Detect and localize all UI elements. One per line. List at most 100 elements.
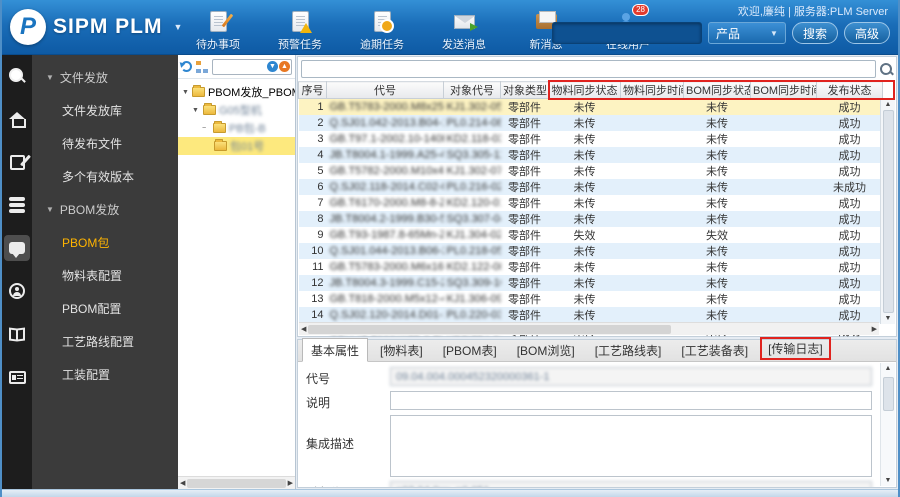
release-module-button[interactable] <box>4 235 30 261</box>
col-publish-status[interactable]: 发布状态 <box>816 81 883 99</box>
overdue-tasks-button[interactable]: 逾期任务 <box>351 10 413 52</box>
col-no[interactable]: 序号 <box>298 81 327 99</box>
user-module-button[interactable] <box>4 278 30 304</box>
menu-group-file-release[interactable]: ▼ 文件发放 <box>32 61 178 94</box>
structure-icon[interactable] <box>196 60 208 73</box>
tab-material-list[interactable]: [物料表] <box>372 339 431 361</box>
sidebar-item-multi-versions[interactable]: 多个有效版本 <box>32 160 178 193</box>
advanced-search-button[interactable]: 高级 <box>843 22 890 44</box>
table-row[interactable]: 11 GB.T5783-2000.M6x16-88KD2.122-08C 零部件 未传… <box>299 259 883 275</box>
cell-mat_sync: 未传 <box>573 278 596 290</box>
scroll-right-icon[interactable]: ▶ <box>872 326 877 333</box>
table-row[interactable]: 5 GB.T5782-2000.M10x40-8KJ1.302-07C 零部件 未传 未… <box>299 163 883 179</box>
table-filter-input[interactable] <box>301 60 876 78</box>
scroll-up-icon[interactable]: ▲ <box>885 365 892 372</box>
col-bom-sync-time[interactable]: BOM同步时间 <box>750 81 817 99</box>
library-module-button[interactable] <box>4 321 30 347</box>
table-vertical-scrollbar[interactable]: ▲ ▼ <box>880 99 895 324</box>
table-row[interactable]: 10 Q.SJ01.044-2013.B06-20 PL0.218-05 零部件 未传 未… <box>298 243 883 259</box>
todo-items-button[interactable]: 待办事项 <box>187 10 249 52</box>
col-code[interactable]: 代号 <box>326 81 444 99</box>
table-row[interactable]: 14 Q.SJ02.120-2014.D01-16 PL0.220-03 零部件 未传 未… <box>298 307 883 323</box>
data-module-button[interactable] <box>4 192 30 218</box>
description-field[interactable] <box>390 391 872 410</box>
scroll-right-icon[interactable]: ▶ <box>288 480 293 487</box>
sidebar-item-pbom-package[interactable]: PBOM包 <box>32 226 178 259</box>
global-search-input[interactable] <box>551 22 702 44</box>
expander-icon[interactable]: ▼ <box>192 107 200 114</box>
tab-transfer-log[interactable]: [传输日志] <box>762 339 829 358</box>
chevron-down-icon[interactable]: ▼ <box>174 22 183 32</box>
scrollbar-thumb[interactable] <box>187 478 286 488</box>
tab-basic-properties[interactable]: 基本属性 <box>302 338 369 362</box>
table-row[interactable]: 2 Q.SJ01.042-2013.B04-12 PL0.214-08 零部件 未传 未传… <box>298 115 883 131</box>
scroll-up-icon[interactable]: ▲ <box>885 101 892 108</box>
cell-obj_code: KD2.122-08C <box>446 261 501 273</box>
table-horizontal-scrollbar[interactable]: ◀ ▶ <box>299 322 879 335</box>
integration-desc-field[interactable] <box>390 415 872 477</box>
col-object-code[interactable]: 对象代号 <box>443 81 501 99</box>
app-logo[interactable]: P SIPM PLM ▼ <box>10 9 182 45</box>
scroll-left-icon[interactable]: ◀ <box>180 480 185 487</box>
tree-search-down-button[interactable]: ▼ <box>267 60 278 72</box>
scroll-left-icon[interactable]: ◀ <box>301 326 306 333</box>
tree-node-root[interactable]: ▼ PBOM发放_PBOM包 <box>178 83 295 101</box>
tab-pbom-list[interactable]: [PBOM表] <box>435 339 505 361</box>
scrollbar-thumb[interactable] <box>882 110 894 313</box>
sidebar-item-pbom-config[interactable]: PBOM配置 <box>32 292 178 325</box>
code-field[interactable] <box>390 367 872 386</box>
sidebar-item-tooling-config[interactable]: 工装配置 <box>32 358 178 391</box>
col-bom-sync-status[interactable]: BOM同步状态 <box>683 81 751 99</box>
search-button[interactable]: 搜索 <box>791 22 838 44</box>
col-material-sync-time[interactable]: 物料同步时间 <box>620 81 684 99</box>
table-row[interactable]: 6 Q.SJ02.118-2014.C02-08 PL0.216-02 零部件 未传 未传… <box>298 179 883 195</box>
table-search-icon[interactable] <box>879 62 893 76</box>
sidebar-item-pending-files[interactable]: 待发布文件 <box>32 127 178 160</box>
expander-icon[interactable]: − <box>202 125 210 132</box>
scroll-down-icon[interactable]: ▼ <box>885 315 892 322</box>
expander-icon[interactable]: ▼ <box>182 89 189 96</box>
folder-icon <box>213 121 226 133</box>
table-row[interactable]: 13 GB.T818-2000.M5x12-4.8KJ1.306-09A 零部件 未传… <box>299 291 883 307</box>
sidebar-item-material-config[interactable]: 物料表配置 <box>32 259 178 292</box>
scrollbar-thumb[interactable] <box>308 324 672 334</box>
contacts-module-button[interactable] <box>4 364 30 390</box>
table-row[interactable]: 12 JB.T8004.3-1999.C15-25 SQ3.309-10 零部件 未传 未… <box>298 275 883 291</box>
col-material-sync-status[interactable]: 物料同步状态 <box>548 81 621 99</box>
scroll-down-icon[interactable]: ▼ <box>885 477 892 484</box>
search-category-dropdown[interactable]: 产品 ▼ <box>707 22 786 44</box>
menu-group-pbom-release[interactable]: ▼ PBOM发放 <box>32 193 178 226</box>
tree-node-selected[interactable]: 包01号 <box>178 137 295 155</box>
table-row[interactable]: 4 JB.T8004.1-1999.A25-40 SQ3.305-11 零部件 未传 未传… <box>298 147 883 163</box>
send-message-button[interactable]: 发送消息 <box>433 10 495 52</box>
home-module-button[interactable] <box>4 106 30 132</box>
warning-tasks-button[interactable]: 预警任务 <box>269 10 331 52</box>
edit-module-button[interactable] <box>4 149 30 175</box>
cell-mat_sync: 未传 <box>573 166 596 178</box>
cell-bom_time <box>751 115 817 131</box>
table-row[interactable]: 1 GB.T5783-2000.M8x25-B8KJ1.302-05A 零部件 未传 未… <box>298 98 883 115</box>
tree-node[interactable]: − PB包-B <box>178 119 295 137</box>
sipm-search-module-button[interactable] <box>4 63 30 89</box>
table-row[interactable]: 7 GB.T6170-2000.M8-8-Zn4KD2.120-01A 零部件 未传 未… <box>299 195 883 211</box>
tab-routing-list[interactable]: [工艺路线表] <box>587 339 670 361</box>
sidebar-item-routing-config[interactable]: 工艺路线配置 <box>32 325 178 358</box>
tree-horizontal-scrollbar[interactable]: ◀ ▶ <box>178 476 295 489</box>
table-row[interactable]: 9 GB.T93-1987.8-65Mn-ZnDKJ1.304-02B 零部件 失效 失… <box>299 227 883 243</box>
tab-bom-browse[interactable]: [BOM浏览] <box>509 339 583 361</box>
scrollbar-thumb[interactable] <box>882 377 894 411</box>
table-row[interactable]: 8 JB.T8004.2-1999.B30-55 SQ3.307-04 零部件 未传 未传… <box>298 211 883 227</box>
tab-tooling-list[interactable]: [工艺装备表] <box>673 339 756 361</box>
cell-publish: 成功 <box>838 166 861 178</box>
refresh-icon[interactable] <box>181 61 192 72</box>
tree-search-up-button[interactable]: ▲ <box>279 60 290 72</box>
object-code-field[interactable] <box>390 481 872 487</box>
sidebar-item-file-release-lib[interactable]: 文件发放库 <box>32 94 178 127</box>
cell-code: Q.SJ02.118-2014.C02-08 <box>329 181 444 193</box>
col-object-type[interactable]: 对象类型 <box>500 81 549 99</box>
tree-node[interactable]: ▼ G05型机 <box>178 101 295 119</box>
form-row-integration-desc: 集成描述 <box>306 415 872 477</box>
detail-vertical-scrollbar[interactable]: ▲ ▼ <box>880 363 895 486</box>
table-row[interactable]: 3 GB.T97.1-2002.10-140HVKD2.118-03B 零部件 未传 未… <box>299 131 883 147</box>
cell-mat_sync: 未传 <box>573 118 596 130</box>
